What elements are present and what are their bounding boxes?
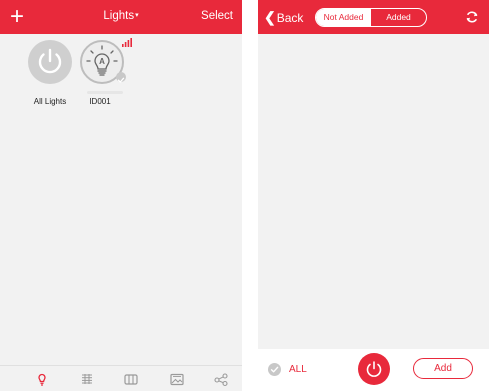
- list-tab-icon[interactable]: [79, 371, 95, 387]
- bulb-tab-icon[interactable]: [34, 371, 50, 387]
- panel-tab-icon[interactable]: [123, 371, 139, 387]
- chevron-down-icon: ▾: [135, 12, 139, 19]
- tab-added[interactable]: Added: [371, 9, 426, 26]
- top-navbar: + Lights▾ Select: [0, 0, 242, 34]
- select-all-toggle[interactable]: ALL: [268, 363, 307, 376]
- add-button[interactable]: Add: [413, 358, 473, 379]
- segmented-control: Not Added Added: [315, 8, 427, 27]
- tile-label: ID001: [89, 97, 111, 106]
- power-button[interactable]: [358, 353, 390, 385]
- lights-screen: + Lights▾ Select All Lights A ID001: [0, 0, 242, 391]
- power-icon: [28, 40, 72, 84]
- check-icon: [268, 363, 281, 376]
- tab-not-added[interactable]: Not Added: [316, 9, 371, 26]
- image-tab-icon[interactable]: [169, 371, 185, 387]
- top-navbar: ❮Back Not Added Added: [258, 0, 489, 34]
- signal-icon: [122, 34, 132, 52]
- chevron-left-icon: ❮: [264, 9, 276, 25]
- brightness-bar: [87, 91, 123, 94]
- bottom-tabbar: [0, 365, 242, 391]
- select-all-label: ALL: [289, 364, 307, 375]
- refresh-icon[interactable]: [463, 8, 481, 26]
- add-devices-screen: ❮Back Not Added Added ALL Add: [258, 0, 489, 391]
- back-label: Back: [276, 11, 304, 25]
- select-button[interactable]: Select: [201, 10, 233, 22]
- back-button[interactable]: ❮Back: [264, 9, 303, 26]
- share-tab-icon[interactable]: [213, 371, 229, 387]
- svg-text:A: A: [99, 57, 105, 66]
- check-icon: [116, 72, 126, 83]
- tile-label: All Lights: [33, 97, 67, 106]
- page-title: Lights: [103, 10, 135, 22]
- power-icon: [366, 361, 382, 377]
- bottom-action-bar: ALL Add: [258, 349, 489, 391]
